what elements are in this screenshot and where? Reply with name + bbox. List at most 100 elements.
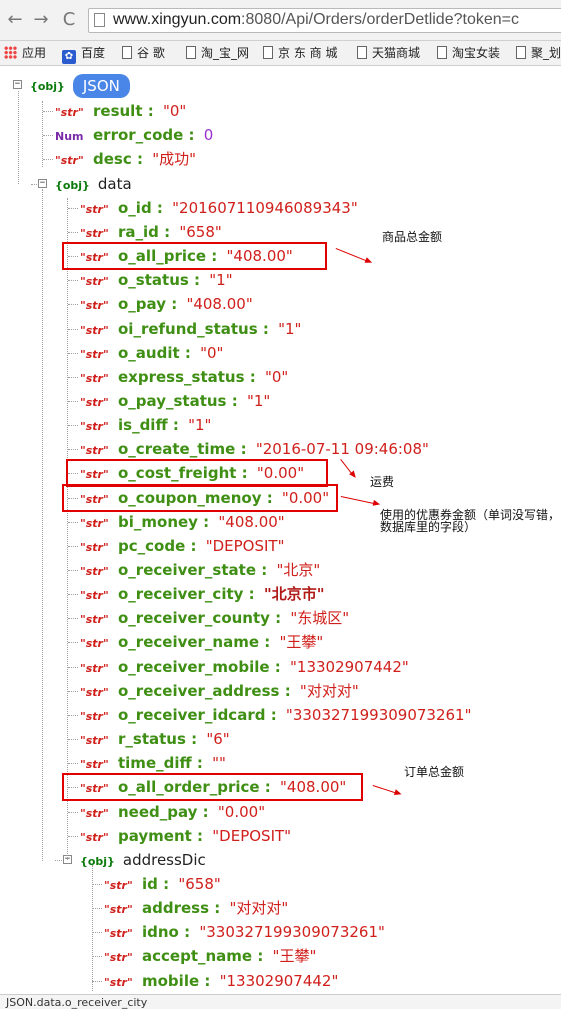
tree-leaf-row[interactable]: "str" desc : "成功" [55, 149, 196, 169]
json-value: 0 [203, 126, 214, 145]
bookmark-item[interactable]: 京 东 商 城 [263, 45, 337, 61]
tree-leaf-row[interactable]: "str" mobile : "13302907442" [104, 971, 338, 991]
tree-leaf-row[interactable]: "str" ra_id : "658" [80, 222, 222, 242]
tree-leaf-row[interactable]: "str" o_receiver_name : "王攀" [80, 632, 323, 652]
tree-leaf-row[interactable]: "str" express_status : "0" [80, 367, 288, 387]
json-key: accept_name [142, 947, 253, 966]
bookmark-item[interactable]: 天猫商城 [357, 45, 420, 61]
string-type-tag: "str" [80, 734, 109, 748]
tree-leaf-row[interactable]: "str" accept_name : "王攀" [104, 946, 316, 966]
collapse-toggle-icon[interactable]: − [38, 178, 47, 188]
json-key: oi_refund_status [118, 319, 258, 338]
json-value: "成功" [152, 150, 196, 169]
object-type-tag: {obj} [55, 178, 90, 192]
key-separator: : [167, 416, 185, 435]
json-value: "1" [209, 271, 233, 290]
tree-connector [68, 207, 78, 209]
bookmark-label: 百度 [81, 46, 106, 60]
tree-node-addressdic[interactable]: {obj} addressDic [80, 850, 206, 870]
back-arrow-icon[interactable]: ← [4, 9, 26, 31]
collapse-toggle-icon[interactable]: − [13, 80, 22, 89]
json-key: o_receiver_state [118, 561, 256, 579]
forward-arrow-icon[interactable]: → [30, 9, 52, 31]
key-separator: : [165, 295, 183, 314]
tree-connector [68, 594, 78, 596]
tree-leaf-row[interactable]: "str" need_pay : "0.00" [80, 802, 265, 822]
string-type-tag: "str" [104, 951, 133, 965]
tree-leaf-row[interactable]: "str" o_receiver_county : "东城区" [80, 608, 349, 628]
string-type-tag: "str" [104, 903, 133, 917]
tree-connector [68, 352, 78, 354]
tree-leaf-row[interactable]: "str" o_receiver_city : "北京市" [80, 584, 325, 604]
bookmark-item[interactable]: 聚_划 [516, 45, 561, 61]
key-separator: : [157, 874, 175, 893]
json-value: "2016-07-11 09:46:08" [255, 440, 429, 459]
tree-connector [68, 690, 78, 692]
key-separator: : [199, 971, 216, 990]
string-type-tag: "str" [80, 565, 109, 578]
tree-leaf-row[interactable]: "str" o_receiver_state : "北京" [80, 560, 320, 580]
node-name: data [97, 174, 132, 193]
tree-leaf-row[interactable]: "str" is_diff : "1" [80, 415, 211, 435]
tree-leaf-row[interactable]: "str" payment : "DEPOSIT" [80, 826, 291, 846]
address-bar[interactable]: www.xingyun.com:8080/Api/Orders/orderDet… [88, 8, 561, 33]
tree-leaf-row[interactable]: "str" idno : "330327199309073261" [104, 922, 385, 942]
baidu-paw-icon: ✿ [62, 50, 76, 64]
string-type-tag: "str" [80, 830, 109, 844]
json-key: express_status [118, 367, 245, 386]
key-separator: : [185, 730, 203, 749]
tree-root-row[interactable]: {obj} JSON [30, 73, 130, 98]
bookmark-item[interactable]: 谷 歌 [122, 45, 165, 61]
url-text[interactable]: www.xingyun.com:8080/Api/Orders/orderDet… [113, 11, 519, 29]
key-separator: : [131, 150, 149, 169]
tree-leaf-row[interactable]: "str" o_receiver_idcard : "33032719930907… [80, 705, 472, 725]
tree-leaf-row[interactable]: "str" r_status : "6" [80, 729, 230, 749]
page-icon [437, 46, 447, 59]
string-type-tag: "str" [80, 371, 109, 385]
string-type-tag: "str" [55, 106, 84, 120]
json-value: "东城区" [290, 609, 350, 628]
tree-leaf-row[interactable]: "str" pc_code : "DEPOSIT" [80, 536, 285, 556]
tree-leaf-row[interactable]: Num error_code : 0 [55, 125, 213, 145]
tree-leaf-row[interactable]: "str" address : "对对对" [104, 898, 288, 918]
bookmark-item[interactable]: 淘_宝_网 [186, 45, 249, 61]
tree-connector [92, 883, 102, 885]
json-value: "1" [188, 416, 212, 435]
tree-connector [68, 328, 78, 330]
tree-leaf-row[interactable]: "str" o_audit : "0" [80, 343, 223, 363]
json-value: "13302907442" [290, 657, 409, 676]
tree-leaf-row[interactable]: "str" o_pay : "408.00" [80, 294, 253, 314]
tree-leaf-row[interactable]: "str" o_id : "201607110946089343" [80, 198, 358, 218]
key-separator: : [142, 102, 159, 121]
json-key: o_receiver_mobile [118, 657, 270, 676]
tree-leaf-row[interactable]: "str" o_status : "1" [80, 270, 233, 290]
tree-leaf-row[interactable]: "str" o_receiver_address : "对对对" [80, 681, 359, 701]
tree-connector [68, 618, 78, 620]
json-key: error_code [93, 126, 184, 145]
json-key: time_diff [118, 754, 192, 773]
reload-icon[interactable]: C [58, 9, 80, 31]
tree-leaf-row[interactable]: "str" o_create_time : "2016-07-11 09:46:0… [80, 439, 429, 459]
tree-leaf-row[interactable]: "str" oi_refund_status : "1" [80, 319, 301, 339]
tree-leaf-row[interactable]: "str" bi_money : "408.00" [80, 512, 285, 532]
bookmark-item[interactable]: 应用 [4, 45, 46, 61]
tree-leaf-row[interactable]: "str" o_pay_status : "1" [80, 391, 270, 411]
tree-node-data[interactable]: {obj} data [55, 174, 132, 194]
highlight-box-o-coupon-menoy [62, 483, 338, 512]
tree-connector [55, 859, 62, 861]
annotation-arrow-icon [340, 495, 379, 505]
tree-leaf-row[interactable]: "str" id : "658" [104, 874, 221, 894]
tree-leaf-row[interactable]: "str" result : "0" [55, 101, 186, 121]
json-value: "330327199309073261" [199, 923, 385, 942]
string-type-tag: "str" [80, 613, 109, 627]
tree-connector [68, 425, 78, 427]
tree-leaf-row[interactable]: "str" time_diff : "" [80, 753, 226, 773]
tree-connector [68, 231, 78, 233]
key-separator: : [178, 923, 196, 942]
string-type-tag: "str" [80, 323, 109, 337]
bookmark-item[interactable]: 淘宝女装 [437, 45, 500, 61]
apps-grid-icon [4, 46, 17, 59]
json-value: "13302907442" [219, 971, 339, 990]
bookmark-item[interactable]: ✿ 百度 [62, 45, 106, 64]
tree-leaf-row[interactable]: "str" o_receiver_mobile : "13302907442" [80, 657, 409, 677]
